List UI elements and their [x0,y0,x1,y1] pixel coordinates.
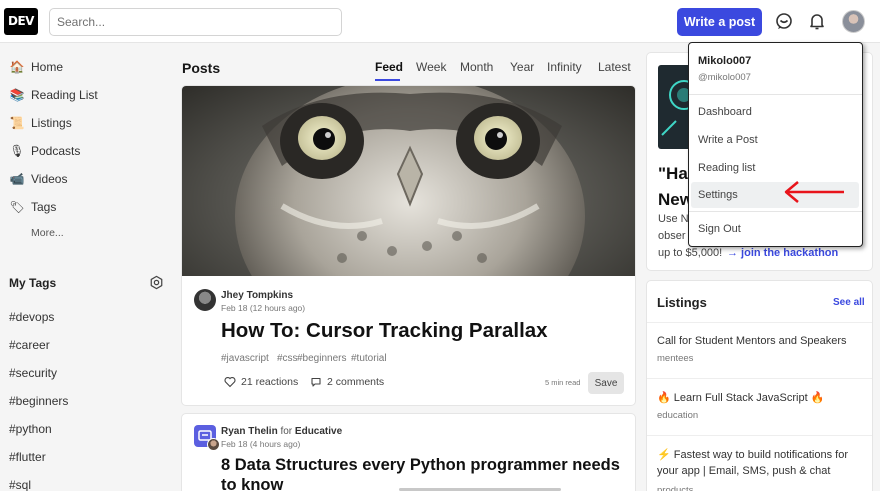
post-date: Feb 18 (4 hours ago) [221,439,301,449]
comments-count: 2 comments [327,376,385,388]
post-title[interactable]: 8 Data Structures every Python programme… [221,456,620,475]
see-all-listings-link[interactable]: See all [833,297,865,308]
home-icon: 🏠 [9,60,25,74]
divider [647,322,872,323]
post-card[interactable]: Ryan Thelin for Educative Feb 18 (4 hour… [181,413,636,491]
sidebar-item-podcasts[interactable]: 🎙 Podcasts [9,140,80,162]
post-tag[interactable]: #javascript [221,353,269,364]
listing-category[interactable]: education [657,410,698,421]
author-avatar[interactable] [207,438,220,451]
sidebar-tag-link[interactable]: #devops [9,310,54,324]
reactions-count: 21 reactions [241,376,299,388]
author-avatar[interactable] [194,289,216,311]
sidebar-item-videos[interactable]: 📹 Videos [9,168,68,190]
promo-text-line: up to $5,000! [658,247,723,259]
tab-infinity[interactable]: Infinity [547,60,582,74]
menu-item-reading-list[interactable]: Reading list [691,155,859,181]
connect-chat-icon[interactable] [774,11,794,31]
join-hackathon-link[interactable]: → join the hackathon [727,247,838,259]
post-card[interactable]: Jhey Tompkins Feb 18 (12 hours ago) How … [181,85,636,406]
dev-logo[interactable]: DEV [4,8,38,35]
my-tags-heading: My Tags [9,276,57,290]
write-post-button[interactable]: Write a post [677,8,762,36]
dropdown-handle[interactable]: @mikolo007 [698,72,751,83]
read-time: 5 min read [545,378,581,387]
save-button[interactable]: Save [588,372,624,394]
promo-heading-1: "Ha [658,164,688,183]
menu-item-write-post[interactable]: Write a Post [691,127,859,153]
cover-image-owl[interactable] [182,86,635,276]
sidebar-tag-link[interactable]: #security [9,366,57,380]
tab-month[interactable]: Month [460,60,493,74]
label-tag-icon: 🏷 [9,200,25,214]
listing-title[interactable]: Call for Student Mentors and Speakers [657,333,862,349]
sidebar-item-reading-list[interactable]: 📚 Reading List [9,84,98,106]
profile-avatar-button[interactable] [842,10,865,33]
sidebar-item-label: Tags [31,200,57,214]
author-name[interactable]: Ryan Thelin for Educative [221,426,342,437]
tab-feed[interactable]: Feed [375,60,403,74]
search-input[interactable] [49,8,342,36]
post-date: Feb 18 (12 hours ago) [221,303,306,313]
post-tag[interactable]: #tutorial [351,353,387,364]
author-name[interactable]: Jhey Tompkins [221,290,293,301]
sidebar-item-home[interactable]: 🏠 Home [9,56,64,78]
post-title[interactable]: How To: Cursor Tracking Parallax [221,319,548,343]
promo-text-line: obser [658,230,686,242]
notification-bell-icon[interactable] [807,11,827,31]
for-label: for [280,426,293,437]
sidebar-item-tags[interactable]: 🏷 Tags [9,196,56,218]
listings-heading: Listings [657,295,707,310]
menu-item-sign-out[interactable]: Sign Out [691,216,859,242]
comments-button[interactable]: 2 comments [310,376,384,388]
profile-dropdown-menu: Mikolo007 @mikolo007 Dashboard Write a P… [688,42,863,247]
sidebar-tag-link[interactable]: #flutter [9,450,46,464]
dropdown-username[interactable]: Mikolo007 [698,55,751,67]
tab-week[interactable]: Week [416,60,446,74]
post-tag[interactable]: #beginners [297,353,346,364]
video-camera-icon: 📹 [9,172,25,186]
sidebar-item-label: Listings [31,116,72,130]
listing-title[interactable]: ⚡ Fastest way to build notifications for… [657,447,862,479]
tab-latest[interactable]: Latest [598,60,631,74]
comment-icon [311,377,321,387]
organization-name[interactable]: Educative [295,426,342,437]
divider [647,435,872,436]
post-tag[interactable]: #css [277,353,298,364]
listing-category[interactable]: mentees [657,353,693,364]
top-header: DEV Write a post [0,0,880,43]
heart-icon [224,376,236,388]
sidebar-more-link[interactable]: More... [31,227,64,239]
divider [647,378,872,379]
active-tab-indicator [375,79,400,81]
tags-settings-gear-icon[interactable] [149,275,164,290]
sidebar-tag-link[interactable]: #python [9,422,52,436]
books-icon: 📚 [9,88,25,102]
listing-title[interactable]: 🔥 Learn Full Stack JavaScript 🔥 [657,390,862,406]
post-title-line-2[interactable]: to know [221,476,283,491]
author-name-text: Ryan Thelin [221,426,278,437]
sidebar-item-label: Podcasts [31,144,81,158]
listing-category[interactable]: products [657,485,693,491]
sidebar-tag-link[interactable]: #career [9,338,50,352]
menu-item-dashboard[interactable]: Dashboard [691,99,859,125]
sidebar-tag-link[interactable]: #sql [9,478,31,491]
posts-heading: Posts [182,60,221,76]
dropdown-divider [689,94,862,95]
scroll-icon: 📜 [9,116,25,130]
sidebar-item-listings[interactable]: 📜 Listings [9,112,72,134]
sidebar-tag-link[interactable]: #beginners [9,394,68,408]
red-arrow-icon [784,181,844,203]
sidebar-item-label: Reading List [31,88,98,102]
reactions-button[interactable]: 21 reactions [224,376,298,388]
sidebar-item-label: Videos [31,172,68,186]
sidebar-item-label: Home [31,60,64,74]
promo-text-line: Use N [658,213,689,225]
dropdown-divider [689,211,862,212]
tab-year[interactable]: Year [510,60,534,74]
microphone-icon: 🎙 [9,144,25,158]
owl-illustration [235,86,585,276]
